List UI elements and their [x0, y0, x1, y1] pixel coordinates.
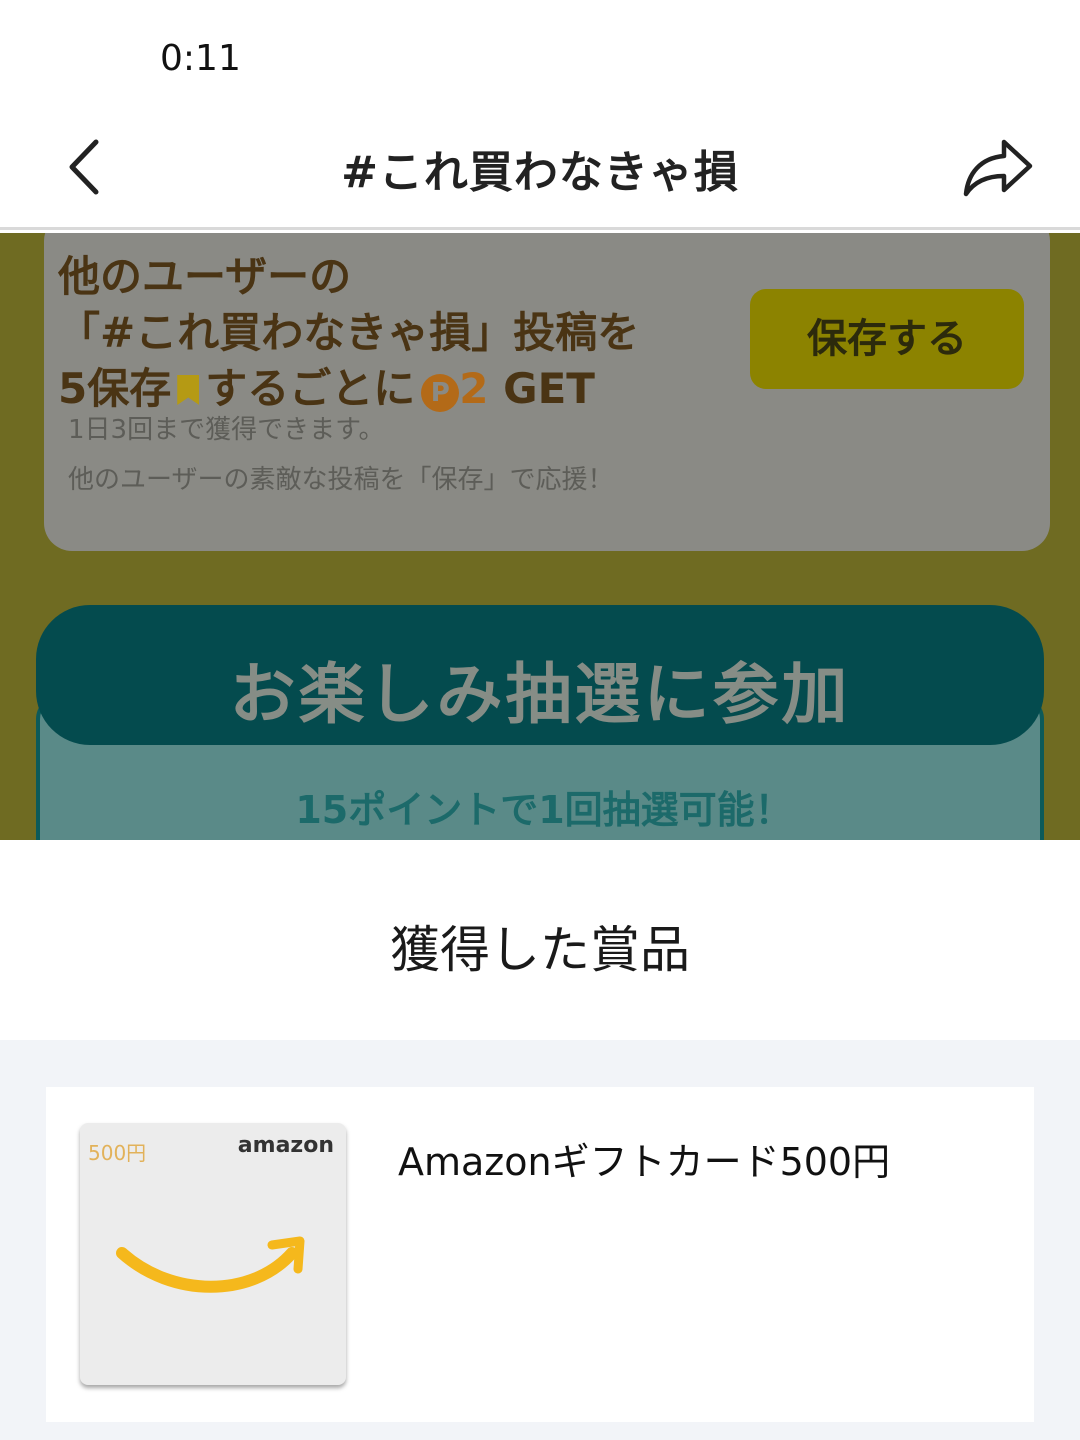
bookmark-icon [177, 375, 200, 405]
amazon-logo: amazon [237, 1133, 334, 1158]
get-text: GET [503, 364, 595, 413]
save-note-cheer: 他のユーザーの素敵な投稿を「保存」で応援！ [68, 465, 614, 495]
save-button[interactable]: 保存する [750, 289, 1024, 389]
save-count-text: 5保存 [58, 364, 172, 413]
prizes-sheet: 獲得した賞品 500円 amazon Amazonギフトカード500円 [0, 840, 1080, 1440]
lottery-subtitle: 15ポイントで1回抽選可能！ [295, 788, 793, 832]
point-icon: P [421, 374, 460, 412]
card-value-label: 500円 [88, 1141, 147, 1165]
points-value: 2 [459, 364, 489, 413]
page-title: #これ買わなきゃ損 [341, 147, 739, 198]
share-arrow-icon [963, 139, 1033, 197]
share-button[interactable] [960, 134, 1036, 200]
campaign-background: 他のユーザーの 「#これ買わなきゃ損」投稿を 5保存 するごとに P 2 GET 1日… [0, 233, 1080, 840]
save-note-limit: 1日3回まで獲得できます。 [68, 415, 385, 445]
amazon-gift-card-image: 500円 amazon [80, 1123, 346, 1385]
app-header: #これ買わなきゃ損 [0, 110, 1080, 230]
status-bar: 0:11 [0, 0, 1080, 110]
prize-name: Amazonギフトカード500円 [398, 1140, 891, 1184]
prize-list: 500円 amazon Amazonギフトカード500円 [0, 1040, 1080, 1440]
lottery-title: お楽しみ抽選に参加 [229, 656, 851, 733]
save-card-line-3: 5保存 するごとに P 2 GET [58, 355, 595, 416]
each-time-text: するごとに [205, 364, 416, 413]
lottery-button[interactable]: お楽しみ抽選に参加 [36, 605, 1044, 745]
status-time: 0:11 [160, 38, 241, 79]
amazon-smile-icon [116, 1236, 305, 1293]
sheet-title: 獲得した賞品 [390, 921, 690, 979]
prize-item[interactable]: 500円 amazon Amazonギフトカード500円 [46, 1087, 1034, 1422]
save-campaign-card: 他のユーザーの 「#これ買わなきゃ損」投稿を 5保存 するごとに P 2 GET 1日… [44, 233, 1050, 551]
save-card-line-2: 「#これ買わなきゃ損」投稿を [58, 308, 640, 357]
save-card-line-1: 他のユーザーの [58, 252, 352, 301]
